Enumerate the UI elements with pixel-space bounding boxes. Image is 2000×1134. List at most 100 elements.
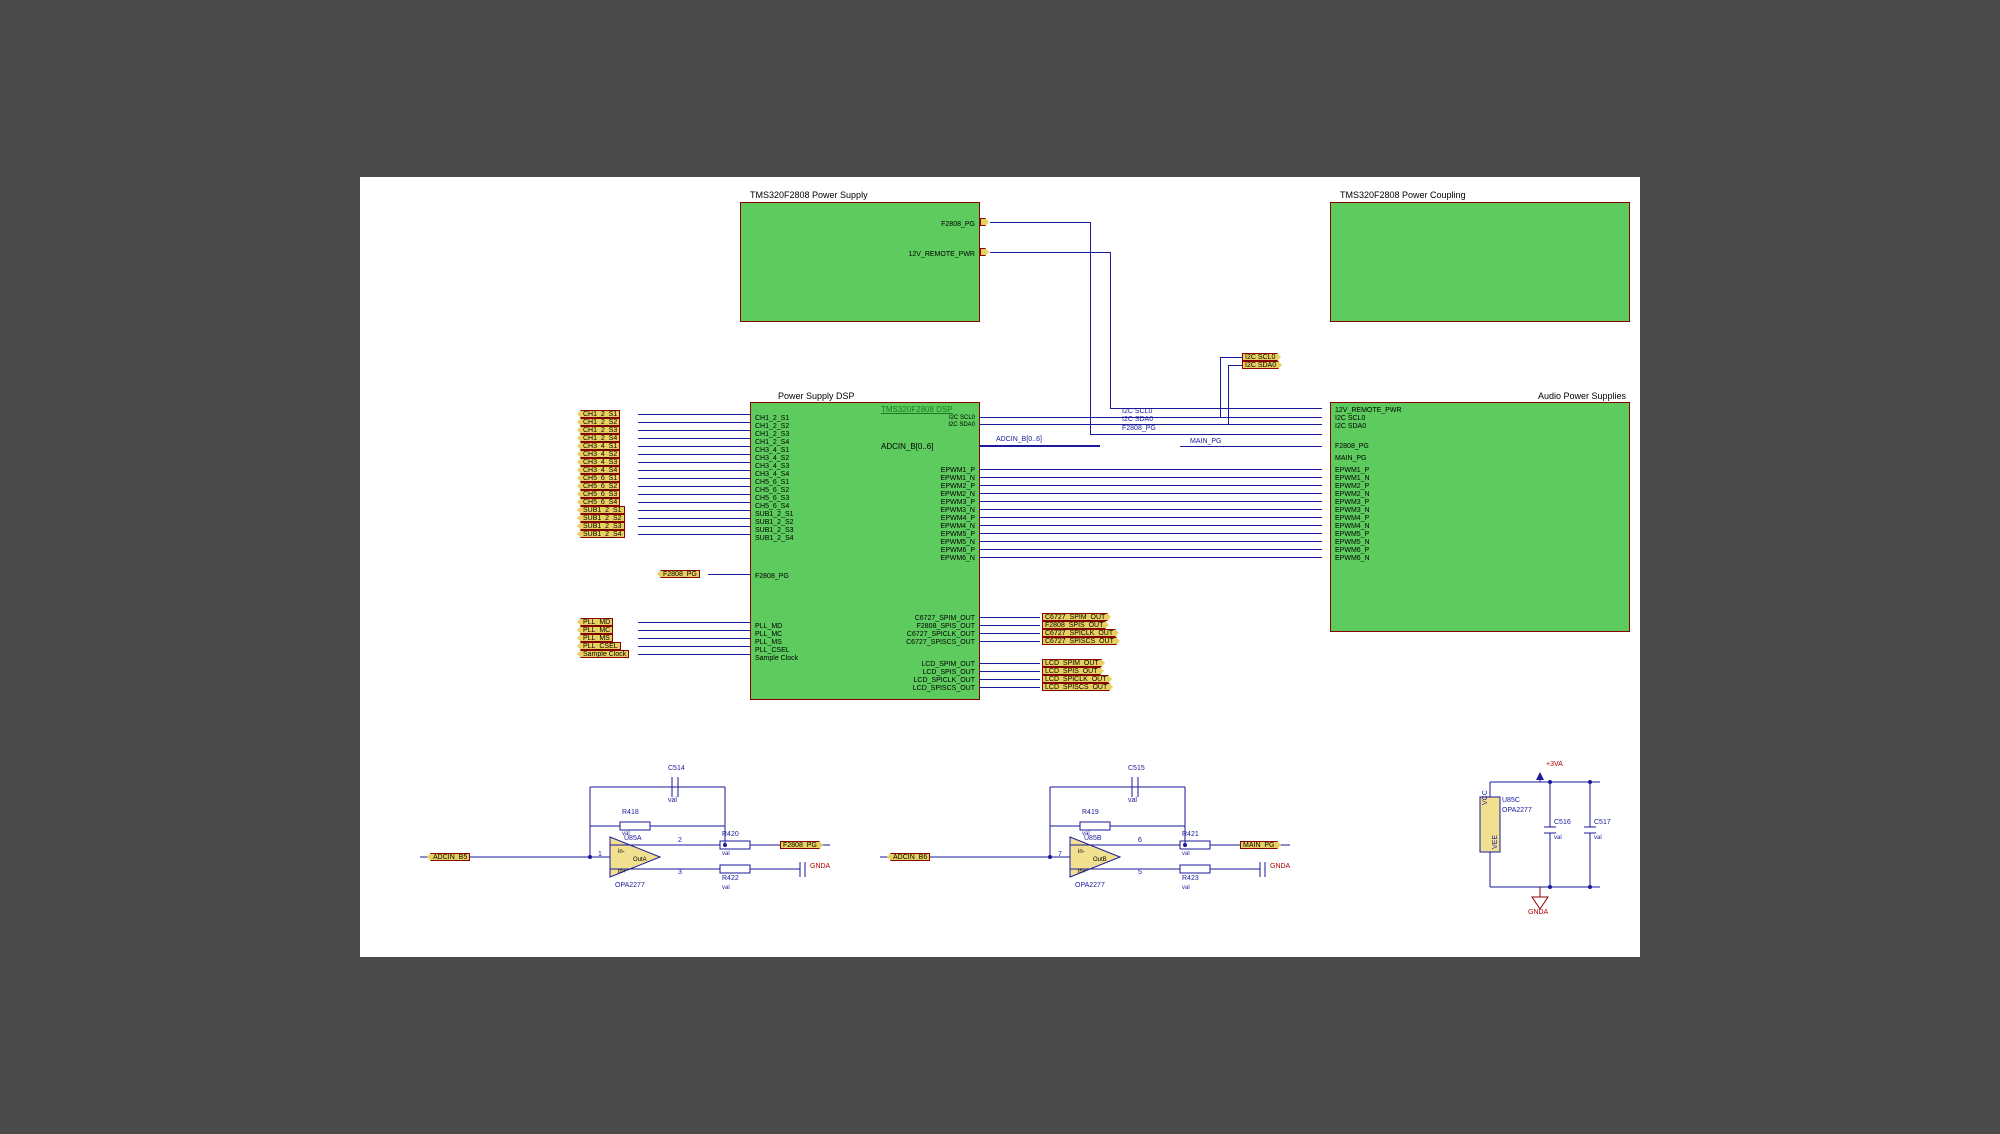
- aps-pin-12: EPWM4_N: [1335, 523, 1370, 530]
- dsp-left-port-4: CH3_4_S1: [580, 442, 620, 450]
- wire: [1228, 365, 1242, 366]
- opamp2-gnd: GNDA: [1270, 863, 1290, 870]
- svg-text:in+: in+: [1078, 869, 1087, 875]
- dsp-epwm-1: EPWM1_N: [940, 475, 975, 482]
- power-c2: C517: [1594, 819, 1611, 826]
- aps-pin-16: EPWM6_N: [1335, 555, 1370, 562]
- opamp1-rout: R420: [722, 831, 739, 838]
- power-part: OPA2277: [1502, 807, 1532, 814]
- dsp-left-port-2: CH1_2_S3: [580, 426, 620, 434]
- dsp-lpin-7: CH3_4_S4: [755, 471, 789, 478]
- opamp2-part: OPA2277: [1075, 882, 1105, 889]
- wire: [638, 446, 750, 447]
- wire: [980, 445, 1100, 447]
- wire: [980, 541, 1322, 542]
- ps-pin-12vrem: 12V_REMOTE_PWR: [908, 251, 975, 258]
- wire: [980, 469, 1322, 470]
- dsp-left-port-6: CH3_4_S3: [580, 458, 620, 466]
- opamp2-pin-p: 5: [1138, 869, 1142, 876]
- wire: [638, 534, 750, 535]
- opamp2-ref: U85B: [1084, 835, 1102, 842]
- dsp-lpin-10: CH5_6_S3: [755, 495, 789, 502]
- wire: [638, 526, 750, 527]
- wire: [1110, 252, 1111, 408]
- dsp-lpin-6: CH3_4_S3: [755, 463, 789, 470]
- opamp2-rgnd: R423: [1182, 875, 1199, 882]
- power-ref: U85C: [1502, 797, 1520, 804]
- aps-pin-15: EPWM6_P: [1335, 547, 1369, 554]
- wire: [980, 533, 1322, 534]
- opamp2-out-port: MAIN_PG: [1240, 841, 1278, 849]
- ps-pin-f2808pg: F2808_PG: [941, 221, 975, 228]
- dsp-left-port-8: CH5_6_S1: [580, 474, 620, 482]
- aps-pin-14: EPWM5_N: [1335, 539, 1370, 546]
- dsp-link: TMS320F2808 DSP: [881, 405, 953, 414]
- opamp1-out-port: F2808_PG: [780, 841, 820, 849]
- wire: [990, 252, 1110, 253]
- dsp-epwm-3: EPWM2_N: [940, 491, 975, 498]
- dsp-spi2-0: LCD_SPIM_OUT: [921, 661, 975, 668]
- dsp-lpin-f2808: F2808_PG: [755, 573, 789, 580]
- opamp2-c: C515: [1128, 765, 1145, 772]
- schematic-canvas: TMS320F2808 Power Supply F2808_PG 12V_RE…: [360, 177, 1640, 957]
- net-f2808pg: F2808_PG: [1122, 425, 1156, 432]
- pll-port-2: PLL_MS: [580, 634, 613, 642]
- pll-port-4: Sample Clock: [580, 650, 629, 658]
- wire: [638, 638, 750, 639]
- opamp1-c: C514: [668, 765, 685, 772]
- svg-text:in+: in+: [618, 869, 627, 875]
- wire: [980, 501, 1322, 502]
- dsp-block: TMS320F2808 DSP CH1_2_S1 CH1_2_S2 CH1_2_…: [750, 402, 980, 700]
- wire: [980, 477, 1322, 478]
- opamp1-cv: val: [668, 797, 677, 804]
- net-mainpg: MAIN_PG: [1190, 438, 1222, 445]
- opamp2-rgndv: val: [1182, 885, 1190, 891]
- opamp2-rout: R421: [1182, 831, 1199, 838]
- spi-port-1-0: LCD_SPIM_OUT: [1042, 659, 1102, 667]
- ps-port-1: [980, 248, 986, 256]
- wire: [1090, 434, 1322, 435]
- pc-block: [1330, 202, 1630, 322]
- spi-port-1-3: LCD_SPISCS_OUT: [1042, 683, 1110, 691]
- wire: [980, 549, 1322, 550]
- port-f2808pg-left: F2808_PG: [660, 570, 700, 578]
- opamp2-section: in- in+ OutB ADCIN_B6 MAIN_P: [880, 737, 1300, 907]
- aps-pin-4: MAIN_PG: [1335, 455, 1367, 462]
- opamp1-part: OPA2277: [615, 882, 645, 889]
- opamp1-section: in- in+ OutA: [420, 737, 840, 907]
- wire: [980, 517, 1322, 518]
- dsp-lpin-12: SUB1_2_S1: [755, 511, 794, 518]
- wire: [980, 525, 1322, 526]
- power-vee: VEE: [1492, 835, 1499, 849]
- power-vcc: VCC: [1482, 790, 1489, 805]
- net-adc: ADCIN_B[0..6]: [996, 436, 1042, 443]
- dsp-lpin-3: CH1_2_S4: [755, 439, 789, 446]
- dsp-lpin-8: CH5_6_S1: [755, 479, 789, 486]
- wire: [980, 617, 1040, 618]
- spi-port-0-2: C6727_SPICLK_OUT: [1042, 629, 1116, 637]
- power-c1v: val: [1554, 835, 1562, 841]
- dsp-lpin-11: CH5_6_S4: [755, 503, 789, 510]
- dsp-left-port-7: CH3_4_S4: [580, 466, 620, 474]
- aps-pin-13: EPWM5_P: [1335, 531, 1369, 538]
- dsp-pll-4: Sample Clock: [755, 655, 798, 662]
- dsp-left-port-14: SUB1_2_S3: [580, 522, 625, 530]
- wire: [980, 557, 1322, 558]
- dsp-lpin-14: SUB1_2_S3: [755, 527, 794, 534]
- port-i2c-sda: I2C SDA0: [1242, 361, 1279, 369]
- dsp-spi1-0: C6727_SPIM_OUT: [915, 615, 975, 622]
- wire: [980, 679, 1040, 680]
- svg-text:OutA: OutA: [633, 857, 647, 863]
- wire: [638, 462, 750, 463]
- aps-block: 12V_REMOTE_PWR I2C SCL0 I2C SDA0 F2808_P…: [1330, 402, 1630, 632]
- dsp-epwm-9: EPWM5_N: [940, 539, 975, 546]
- aps-pin-8: EPWM2_N: [1335, 491, 1370, 498]
- dsp-pll-1: PLL_MC: [755, 631, 782, 638]
- wire: [1220, 357, 1242, 358]
- wire: [980, 625, 1040, 626]
- wire: [638, 414, 750, 415]
- dsp-epwm-7: EPWM4_N: [940, 523, 975, 530]
- wire: [980, 687, 1040, 688]
- opamp2-rfb: R419: [1082, 809, 1099, 816]
- wire: [638, 486, 750, 487]
